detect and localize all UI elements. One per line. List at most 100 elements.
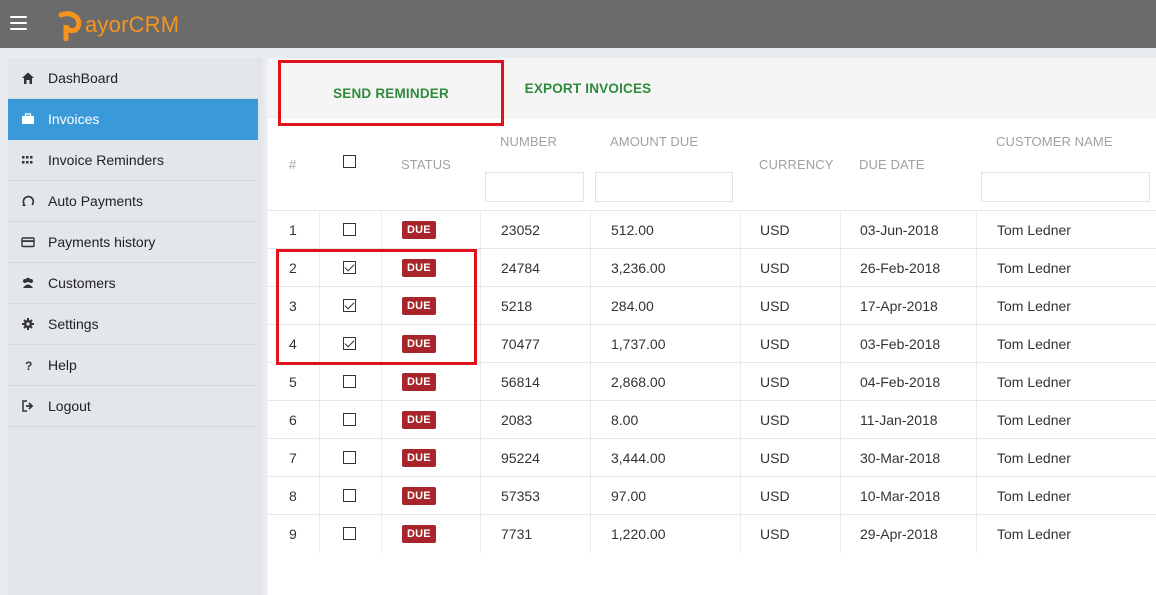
table-row[interactable]: 1 DUE 23052 512.00 USD 03-Jun-2018 Tom Ledner bbox=[268, 210, 1156, 249]
select-all-checkbox[interactable] bbox=[343, 155, 356, 168]
column-divider bbox=[319, 325, 320, 363]
app-logo[interactable]: ayorCRM bbox=[58, 6, 179, 44]
sidebar-item-invoices[interactable]: Invoices bbox=[8, 99, 258, 140]
menu-icon[interactable] bbox=[10, 16, 27, 30]
col-header-status[interactable]: STATUS bbox=[401, 157, 451, 172]
sidebar-item-help[interactable]: ? Help bbox=[8, 345, 258, 386]
currency: USD bbox=[760, 221, 790, 238]
column-divider bbox=[590, 287, 591, 325]
column-divider bbox=[740, 439, 741, 477]
amount-due: 512.00 bbox=[611, 221, 654, 238]
row-checkbox[interactable] bbox=[343, 375, 356, 388]
logo-mark-icon bbox=[58, 11, 82, 41]
invoice-number[interactable]: 95224 bbox=[501, 439, 540, 476]
table-row[interactable]: 2 DUE 24784 3,236.00 USD 26-Feb-2018 Tom Ledne… bbox=[268, 248, 1156, 287]
status-badge: DUE bbox=[402, 486, 436, 505]
sidebar-item-label: DashBoard bbox=[48, 70, 119, 86]
invoice-number[interactable]: 7731 bbox=[501, 515, 532, 552]
column-divider bbox=[840, 515, 841, 553]
currency: USD bbox=[760, 525, 790, 542]
amount-filter-input[interactable] bbox=[595, 172, 733, 202]
customer-name: Tom Ledner bbox=[997, 525, 1071, 542]
amount-due: 3,236.00 bbox=[611, 259, 666, 276]
column-divider bbox=[381, 477, 382, 515]
invoice-number[interactable]: 56814 bbox=[501, 363, 540, 400]
gear-icon bbox=[8, 304, 48, 344]
number-filter-input[interactable] bbox=[485, 172, 584, 202]
amount-due: 97.00 bbox=[611, 487, 647, 504]
column-divider bbox=[590, 439, 591, 477]
column-divider bbox=[480, 325, 481, 363]
column-divider bbox=[381, 249, 382, 287]
table-row[interactable]: 8 DUE 57353 97.00 USD 10-Mar-2018 Tom Ledner bbox=[268, 476, 1156, 515]
sidebar-item-label: Auto Payments bbox=[48, 193, 143, 209]
table-row[interactable]: 4 DUE 70477 1,737.00 USD 03-Feb-2018 Tom Ledne… bbox=[268, 324, 1156, 363]
status-badge: DUE bbox=[402, 410, 436, 429]
invoice-number[interactable]: 70477 bbox=[501, 325, 540, 362]
column-divider bbox=[976, 439, 977, 477]
currency: USD bbox=[760, 487, 790, 504]
invoice-number[interactable]: 2083 bbox=[501, 401, 532, 438]
customer-filter-input[interactable] bbox=[981, 172, 1150, 202]
column-divider bbox=[840, 477, 841, 515]
sidebar-item-payments-history[interactable]: Payments history bbox=[8, 222, 258, 263]
row-checkbox[interactable] bbox=[343, 299, 356, 312]
row-checkbox[interactable] bbox=[343, 337, 356, 350]
sidebar-item-label: Logout bbox=[48, 398, 91, 414]
table-row[interactable]: 3 DUE 5218 284.00 USD 17-Apr-2018 Tom Ledner bbox=[268, 286, 1156, 325]
table-row[interactable]: 5 DUE 56814 2,868.00 USD 04-Feb-2018 Tom Ledne… bbox=[268, 362, 1156, 401]
status-badge: DUE bbox=[402, 448, 436, 467]
column-divider bbox=[480, 287, 481, 325]
col-header-currency[interactable]: CURRENCY bbox=[759, 157, 833, 172]
column-divider bbox=[319, 211, 320, 249]
column-divider bbox=[590, 477, 591, 515]
briefcase-icon bbox=[8, 99, 48, 139]
sidebar-item-customers[interactable]: Customers bbox=[8, 263, 258, 304]
row-index: 3 bbox=[289, 297, 297, 314]
column-divider bbox=[840, 401, 841, 439]
table-row[interactable]: 9 DUE 7731 1,220.00 USD 29-Apr-2018 Tom Ledner bbox=[268, 514, 1156, 553]
col-header-amount[interactable]: AMOUNT DUE bbox=[610, 134, 698, 149]
sidebar-item-auto-payments[interactable]: Auto Payments bbox=[8, 181, 258, 222]
row-index: 9 bbox=[289, 525, 297, 542]
sidebar-item-settings[interactable]: Settings bbox=[8, 304, 258, 345]
sidebar-item-logout[interactable]: Logout bbox=[8, 386, 258, 427]
status-badge: DUE bbox=[402, 372, 436, 391]
row-checkbox[interactable] bbox=[343, 489, 356, 502]
row-checkbox[interactable] bbox=[343, 261, 356, 274]
invoice-number[interactable]: 57353 bbox=[501, 477, 540, 514]
send-reminder-button[interactable]: SEND REMINDER bbox=[278, 60, 504, 126]
currency: USD bbox=[760, 297, 790, 314]
column-divider bbox=[381, 287, 382, 325]
column-divider bbox=[590, 401, 591, 439]
row-checkbox[interactable] bbox=[343, 223, 356, 236]
col-header-index: # bbox=[289, 157, 297, 172]
customer-name: Tom Ledner bbox=[997, 259, 1071, 276]
users-icon bbox=[8, 263, 48, 303]
customer-name: Tom Ledner bbox=[997, 297, 1071, 314]
currency: USD bbox=[760, 411, 790, 428]
export-invoices-button[interactable]: EXPORT INVOICES bbox=[518, 58, 658, 118]
sidebar-item-invoice-reminders[interactable]: Invoice Reminders bbox=[8, 140, 258, 181]
column-divider bbox=[740, 515, 741, 553]
invoice-number[interactable]: 5218 bbox=[501, 287, 532, 324]
home-icon bbox=[8, 58, 48, 98]
amount-due: 284.00 bbox=[611, 297, 654, 314]
col-header-number[interactable]: NUMBER bbox=[500, 134, 557, 149]
row-checkbox[interactable] bbox=[343, 527, 356, 540]
sidebar-item-dashboard[interactable]: DashBoard bbox=[8, 58, 258, 99]
col-header-due-date[interactable]: DUE DATE bbox=[859, 157, 925, 172]
column-divider bbox=[590, 515, 591, 553]
col-header-customer[interactable]: CUSTOMER NAME bbox=[996, 134, 1113, 149]
row-checkbox[interactable] bbox=[343, 413, 356, 426]
invoice-number[interactable]: 24784 bbox=[501, 249, 540, 286]
row-checkbox[interactable] bbox=[343, 451, 356, 464]
sidebar-item-label: Customers bbox=[48, 275, 116, 291]
status-badge: DUE bbox=[402, 296, 436, 315]
invoice-number[interactable]: 23052 bbox=[501, 211, 540, 248]
table-row[interactable]: 6 DUE 2083 8.00 USD 11-Jan-2018 Tom Ledner bbox=[268, 400, 1156, 439]
column-divider bbox=[740, 211, 741, 249]
top-bar: ayorCRM bbox=[0, 0, 1156, 48]
row-index: 7 bbox=[289, 449, 297, 466]
table-row[interactable]: 7 DUE 95224 3,444.00 USD 30-Mar-2018 Tom Ledne… bbox=[268, 438, 1156, 477]
